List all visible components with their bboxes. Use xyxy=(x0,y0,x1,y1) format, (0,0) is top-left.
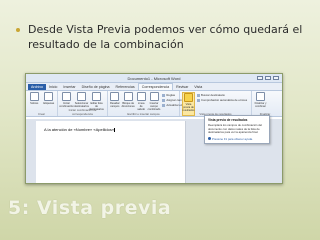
word-screenshot: Documento1 - Microsoft Word Archivo Inic… xyxy=(25,73,283,184)
bullet-dot-icon xyxy=(16,28,20,32)
minimize-icon[interactable] xyxy=(257,76,263,80)
insert-field-icon xyxy=(149,92,159,101)
text-caret xyxy=(114,127,115,132)
group-iniciar-combinacion: Iniciar combinación Seleccionar destinat… xyxy=(58,91,108,116)
address-block-icon xyxy=(123,92,133,101)
recipients-icon xyxy=(77,92,86,101)
tooltip-title: Vista previa de resultados xyxy=(208,118,248,122)
window-titlebar: Documento1 - Microsoft Word xyxy=(26,74,282,83)
group-label-crear: Crear xyxy=(38,112,45,116)
tab-referencias[interactable]: Referencias xyxy=(113,84,138,90)
tab-vista[interactable]: Vista xyxy=(191,84,205,90)
tooltip-help: Presione F1 para obtener ayuda. xyxy=(208,137,266,141)
tab-diseno-pagina[interactable]: Diseño de página xyxy=(79,84,113,90)
tab-insertar[interactable]: Insertar xyxy=(60,84,78,90)
tab-revisar[interactable]: Revisar xyxy=(173,84,191,90)
update-labels-icon xyxy=(162,103,166,107)
buscar-destinatario-button[interactable]: Buscar destinatario xyxy=(197,93,247,97)
check-errors-icon xyxy=(197,98,200,102)
document-icon xyxy=(62,92,71,101)
highlight-icon xyxy=(110,92,120,101)
tab-archivo[interactable]: Archivo xyxy=(28,84,46,90)
ribbon-tabs: Archivo Inicio Insertar Diseño de página… xyxy=(26,83,282,91)
group-escribir-insertar: Resaltar campos Bloque de direcciones Lí… xyxy=(108,91,191,116)
slide-title: 5: Vista previa xyxy=(8,197,172,219)
envelope-icon xyxy=(29,92,39,101)
group-finalizar: Finalizar y combinar Finalizar xyxy=(252,91,278,116)
find-recipient-icon xyxy=(197,93,200,97)
tooltip-body: Reemplaza los campos de combinación del … xyxy=(208,123,262,135)
bullet-item: Desde Vista Previa podemos ver cómo qued… xyxy=(12,22,312,52)
labels-icon xyxy=(44,92,54,101)
window-title: Documento1 - Microsoft Word xyxy=(127,75,181,81)
tab-correspondencia[interactable]: Correspondencia xyxy=(137,83,174,90)
preview-tooltip: Vista previa de resultados Reemplaza los… xyxy=(204,115,270,144)
preview-results-icon xyxy=(184,93,193,102)
document-text: A la atención de «Nombre» «Apellidos» xyxy=(44,127,115,132)
group-label-iniciar: Iniciar combinación de correspondencia xyxy=(68,108,97,116)
comprobacion-errores-button[interactable]: Comprobación automática de errores xyxy=(197,98,247,102)
group-vista-previa: Vista previa de resultados Buscar destin… xyxy=(180,91,252,116)
help-icon xyxy=(208,137,211,141)
tab-inicio[interactable]: Inicio xyxy=(46,84,60,90)
document-page[interactable]: A la atención de «Nombre» «Apellidos» xyxy=(36,121,186,183)
finish-merge-icon xyxy=(256,92,265,101)
ribbon: Sobres Etiquetas Crear Iniciar combinaci… xyxy=(26,91,282,117)
group-label-escribir: Escribir e insertar campos xyxy=(127,112,160,116)
group-crear: Sobres Etiquetas Crear xyxy=(26,91,58,116)
close-icon[interactable] xyxy=(273,76,279,80)
match-fields-icon xyxy=(162,98,166,102)
greeting-icon xyxy=(136,92,146,101)
maximize-icon[interactable] xyxy=(265,76,271,80)
edit-list-icon xyxy=(92,92,101,101)
rules-icon xyxy=(162,93,166,97)
window-controls xyxy=(257,76,279,80)
bullet-text: Desde Vista Previa podemos ver cómo qued… xyxy=(28,23,303,51)
